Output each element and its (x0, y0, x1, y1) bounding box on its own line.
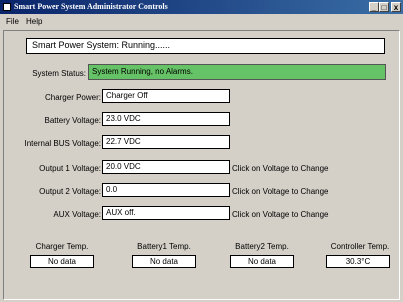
output2-voltage-label: Output 2 Voltage: (39, 187, 101, 196)
system-running-banner: Smart Power System: Running...... (26, 38, 385, 54)
internal-bus-voltage-field: 22.7 VDC (102, 135, 230, 149)
battery-voltage-field: 23.0 VDC (102, 112, 230, 126)
output2-hint: Click on Voltage to Change (232, 187, 329, 196)
charger-temp-label: Charger Temp. (35, 242, 89, 251)
battery-voltage-label: Battery Voltage: (44, 116, 101, 125)
window-title: Smart Power System Administrator Control… (14, 2, 168, 11)
aux-voltage-field[interactable]: AUX off. (102, 206, 230, 220)
charger-power-field[interactable]: Charger Off (102, 89, 230, 103)
aux-hint: Click on Voltage to Change (232, 210, 329, 219)
battery2-temp-label: Battery2 Temp. (235, 242, 289, 251)
controller-temp-value: 30.3°C (326, 255, 390, 268)
charger-temp-value: No data (30, 255, 94, 268)
controller-temp-label: Controller Temp. (330, 242, 390, 251)
window-controls: _ □ x (369, 2, 401, 12)
menu-bar: File Help (0, 14, 403, 28)
menu-file[interactable]: File (6, 17, 19, 26)
internal-bus-voltage-label: Internal BUS Voltage: (24, 139, 102, 148)
aux-voltage-label: AUX Voltage: (53, 210, 101, 219)
output1-hint: Click on Voltage to Change (232, 164, 329, 173)
system-status-value: System Running, no Alarms. (88, 64, 386, 80)
battery1-temp-value: No data (132, 255, 196, 268)
app-icon[interactable] (3, 3, 11, 11)
title-bar[interactable]: Smart Power System Administrator Control… (0, 0, 403, 14)
output2-voltage-field[interactable]: 0.0 (102, 183, 230, 197)
battery1-temp-label: Battery1 Temp. (137, 242, 191, 251)
charger-power-label: Charger Power: (44, 93, 101, 102)
maximize-button[interactable]: □ (379, 2, 389, 12)
battery2-temp-value: No data (230, 255, 294, 268)
close-button[interactable]: x (391, 2, 401, 12)
menu-help[interactable]: Help (26, 17, 42, 26)
minimize-button[interactable]: _ (369, 2, 379, 12)
output1-voltage-field[interactable]: 20.0 VDC (102, 160, 230, 174)
system-status-label: System Status: (32, 69, 86, 78)
output1-voltage-label: Output 1 Voltage: (39, 164, 101, 173)
